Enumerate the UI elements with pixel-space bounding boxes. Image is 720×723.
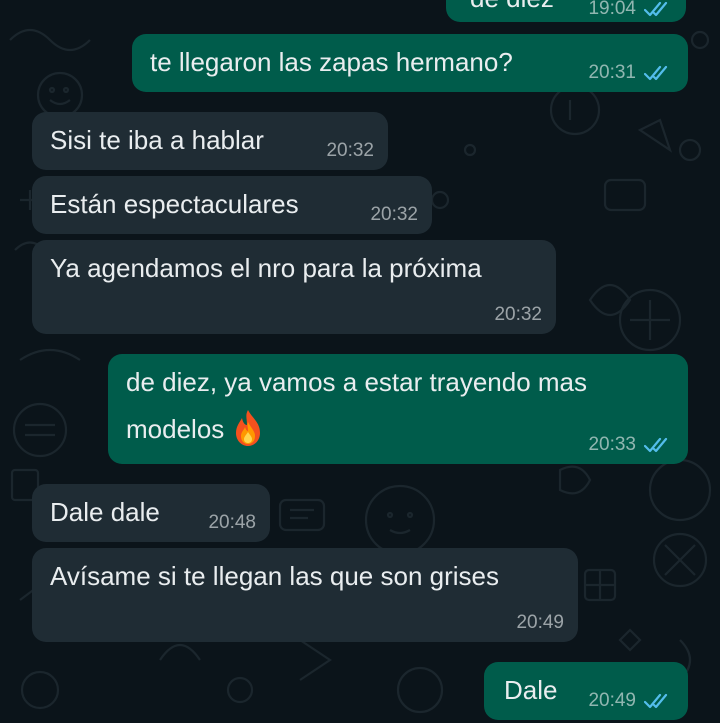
message-meta: 20:32: [494, 304, 542, 326]
message-incoming[interactable]: Avísame si te llegan las que son grises …: [32, 548, 578, 642]
message-incoming[interactable]: Ya agendamos el nro para la próxima 20:3…: [32, 240, 556, 334]
message-meta: 20:49: [516, 612, 564, 634]
message-meta: 19:04: [588, 0, 672, 20]
message-incoming[interactable]: Dale dale 20:48: [32, 484, 270, 542]
message-text: Dale dale: [50, 497, 160, 527]
message-outgoing[interactable]: te llegaron las zapas hermano? 20:31: [132, 34, 688, 92]
message-time: 20:48: [208, 512, 256, 533]
message-incoming[interactable]: Sisi te iba a hablar 20:32: [32, 112, 388, 170]
message-text: te llegaron las zapas hermano?: [150, 47, 513, 77]
message-outgoing[interactable]: de diez 19:04: [446, 0, 686, 22]
message-meta: 20:49: [588, 690, 672, 712]
fire-emoji: [236, 410, 261, 446]
message-time: 20:31: [588, 62, 636, 83]
double-check-icon: [644, 65, 668, 81]
double-check-icon: [644, 1, 668, 17]
message-meta: 20:31: [588, 62, 672, 84]
message-meta: 20:48: [208, 512, 256, 534]
message-outgoing[interactable]: Dale 20:49: [484, 662, 688, 720]
message-meta: 20:32: [326, 140, 374, 162]
message-time: 19:04: [588, 0, 636, 19]
message-time: 20:49: [588, 690, 636, 711]
message-time: 20:32: [326, 140, 374, 161]
message-outgoing[interactable]: de diez, ya vamos a estar trayendo mas m…: [108, 354, 688, 464]
message-text-line1: de diez, ya vamos a estar trayendo mas: [126, 367, 588, 397]
message-text: Dale: [504, 675, 558, 705]
message-time: 20:33: [588, 434, 636, 455]
message-meta: 20:32: [370, 204, 418, 226]
message-time: 20:32: [370, 204, 418, 225]
message-text: Avísame si te llegan las que son grises: [50, 561, 499, 591]
message-meta: 20:33: [588, 434, 672, 456]
message-time: 20:49: [516, 612, 564, 633]
double-check-icon: [644, 693, 668, 709]
message-text: Ya agendamos el nro para la próxima: [50, 253, 482, 283]
message-text: Están espectaculares: [50, 189, 299, 219]
message-text-line2: modelos: [126, 408, 266, 448]
message-incoming[interactable]: Están espectaculares 20:32: [32, 176, 432, 234]
message-text: Sisi te iba a hablar: [50, 125, 264, 155]
message-text: de diez: [470, 0, 554, 16]
message-text: modelos: [126, 414, 225, 444]
double-check-icon: [644, 437, 668, 453]
message-time: 20:32: [494, 304, 542, 325]
